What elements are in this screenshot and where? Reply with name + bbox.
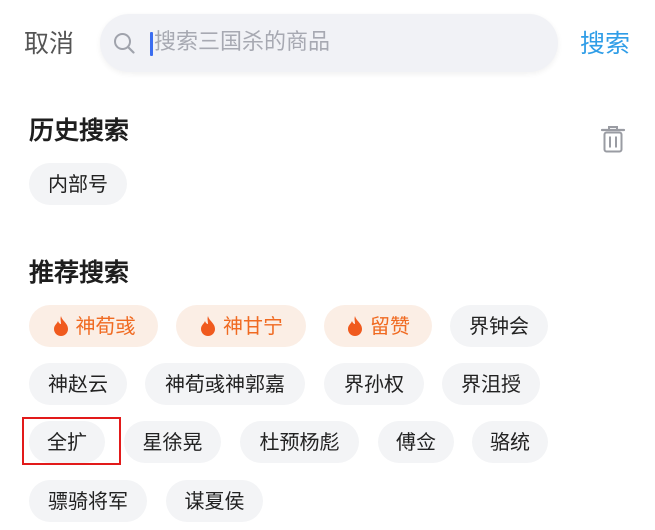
recommend-tag[interactable]: 傅佥 <box>378 421 454 463</box>
history-tag[interactable]: 内部号 <box>29 163 127 205</box>
hot-tag[interactable]: 留赞 <box>324 305 432 347</box>
recommend-tag[interactable]: 谋夏侯 <box>166 480 263 522</box>
hot-tag[interactable]: 神荀彧 <box>29 305 158 347</box>
recommend-tag[interactable]: 界沮授 <box>442 363 540 405</box>
fire-icon <box>53 316 68 336</box>
search-icon <box>114 33 135 54</box>
recommend-tag[interactable]: 神荀彧神郭嘉 <box>145 363 305 405</box>
highlight-box <box>22 417 121 465</box>
search-placeholder: 搜索三国杀的商品 <box>154 30 331 55</box>
history-title: 历史搜索 <box>29 116 130 145</box>
recommend-tag[interactable]: 杜预杨彪 <box>240 421 359 463</box>
top-bar: 取消 搜索三国杀的商品 搜索 <box>0 0 655 88</box>
recommend-tag[interactable]: 神赵云 <box>29 363 127 405</box>
recommend-tag[interactable]: 星徐晃 <box>124 421 221 463</box>
hot-tag-label: 神荀彧 <box>75 314 136 338</box>
hot-tag-label: 神甘宁 <box>223 314 283 338</box>
hot-tag-label: 留赞 <box>370 314 410 338</box>
search-input[interactable]: 搜索三国杀的商品 <box>100 14 558 72</box>
text-cursor <box>150 32 153 56</box>
hot-tag[interactable]: 神甘宁 <box>176 305 306 347</box>
recommend-tag[interactable]: 骆统 <box>472 421 548 463</box>
recommend-tag[interactable]: 界孙权 <box>324 363 424 405</box>
recommend-tag[interactable]: 界钟会 <box>450 305 548 347</box>
cancel-button[interactable]: 取消 <box>24 26 74 62</box>
fire-icon <box>348 316 362 336</box>
recommend-tag[interactable]: 骠骑将军 <box>29 480 147 522</box>
trash-icon[interactable] <box>600 124 626 154</box>
recommend-title: 推荐搜索 <box>29 258 130 287</box>
search-button[interactable]: 搜索 <box>580 26 630 62</box>
fire-icon <box>201 316 215 336</box>
